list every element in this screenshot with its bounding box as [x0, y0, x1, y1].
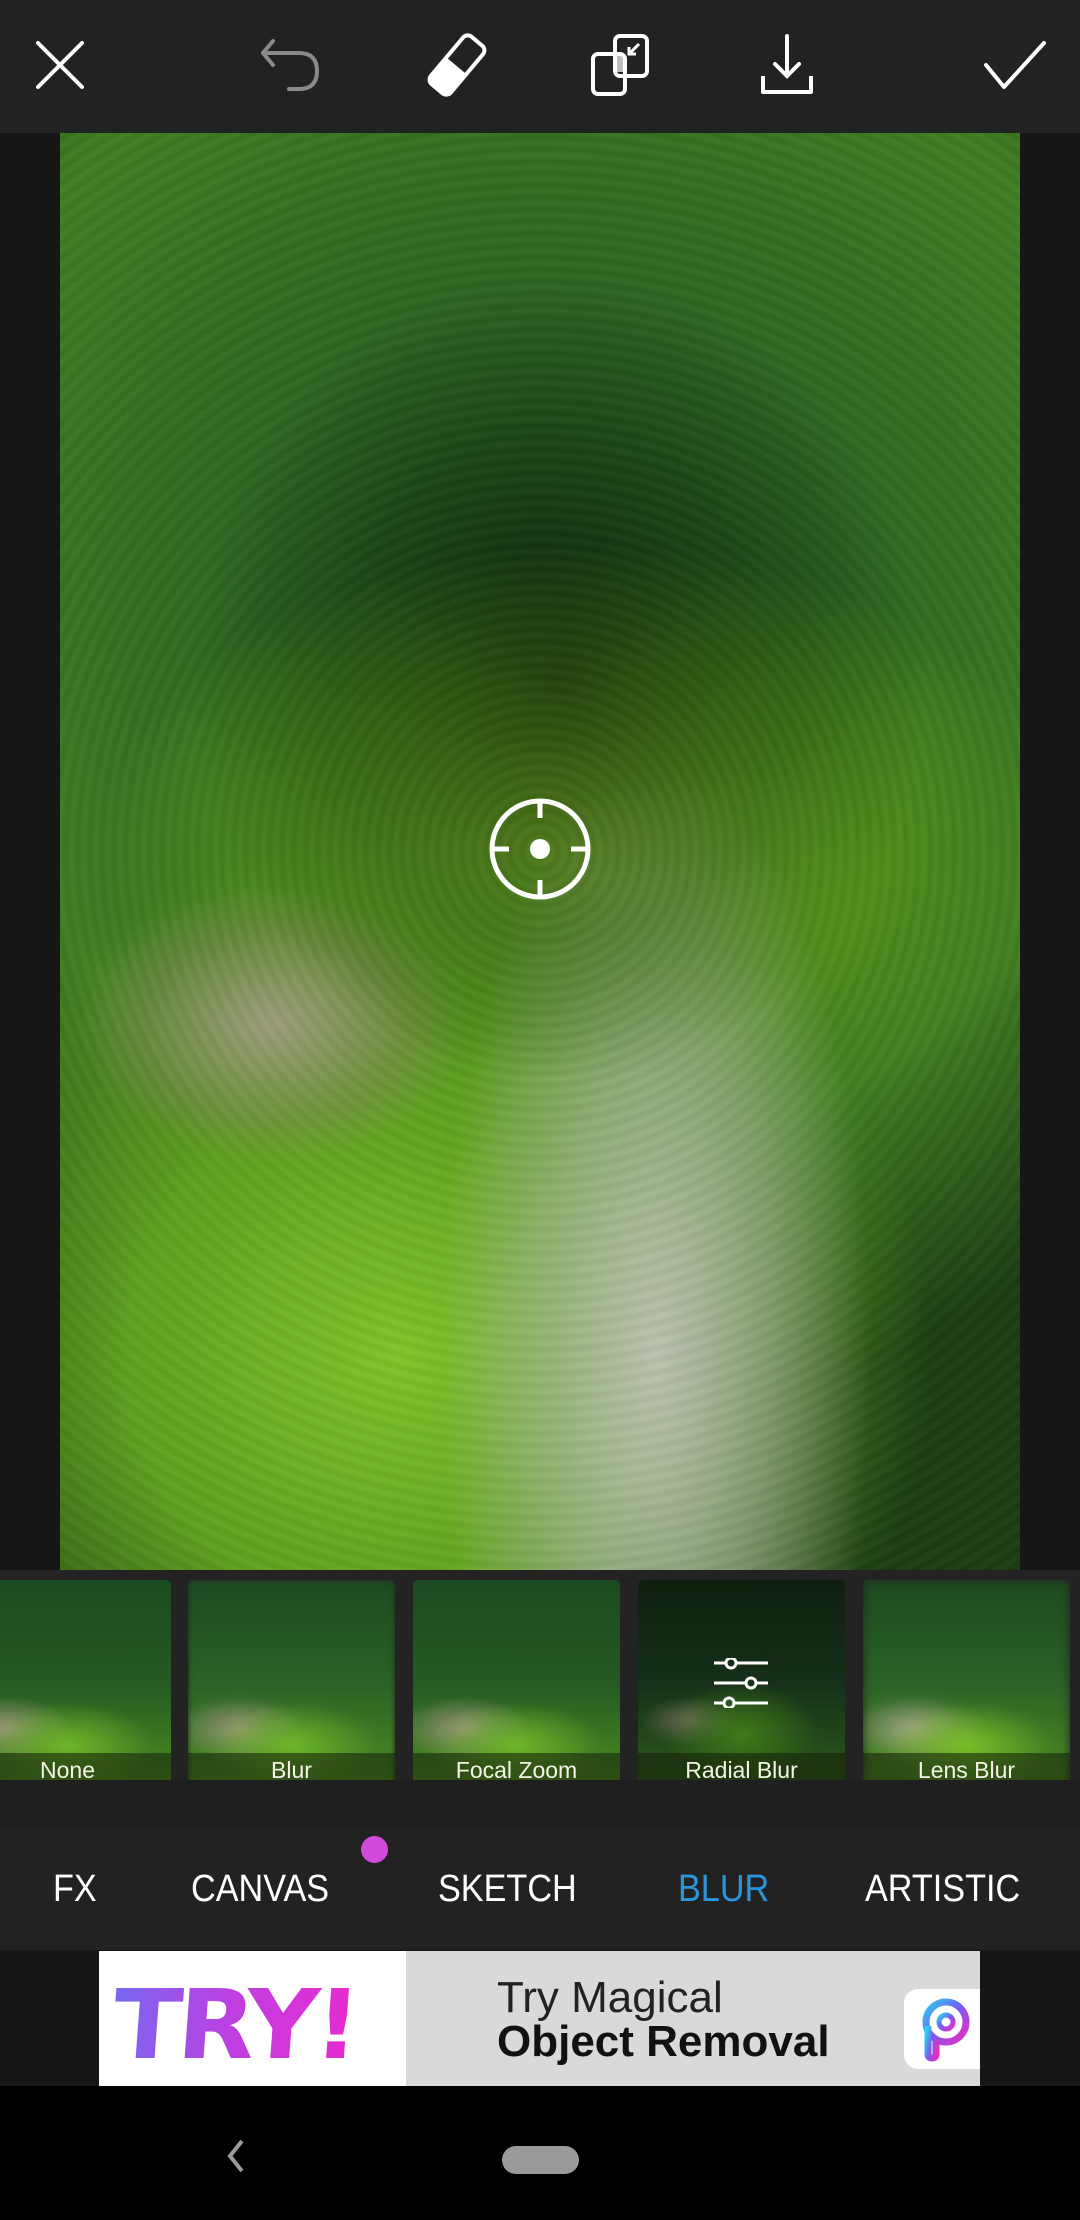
- eraser-button[interactable]: [422, 30, 492, 100]
- close-icon: [36, 41, 84, 89]
- tab-sketch[interactable]: SKETCH: [438, 1868, 577, 1911]
- undo-icon: [261, 39, 319, 91]
- download-icon: [761, 34, 813, 94]
- ad-try-badge: TRY!: [109, 1969, 361, 2081]
- download-button[interactable]: [752, 30, 822, 100]
- undo-button[interactable]: [257, 30, 327, 100]
- category-tabs: FX CANVAS SKETCH BLUR ARTISTIC: [0, 1828, 1080, 1950]
- sliders-settings-icon[interactable]: [712, 1658, 770, 1708]
- new-badge-dot: [361, 1836, 388, 1863]
- home-pill[interactable]: [502, 2146, 579, 2174]
- tab-canvas[interactable]: CANVAS: [191, 1868, 329, 1911]
- effect-thumb-lens-blur[interactable]: Lens Blur: [863, 1580, 1070, 1787]
- effect-thumbnail-strip[interactable]: None Blur Focal Zoom Radial Blur Lens Bl…: [0, 1570, 1080, 1787]
- eraser-icon: [427, 33, 487, 97]
- effect-thumb-none[interactable]: None: [0, 1580, 171, 1787]
- effect-thumb-radial-blur[interactable]: Radial Blur: [638, 1580, 845, 1787]
- effect-thumb-focal-zoom[interactable]: Focal Zoom: [413, 1580, 620, 1787]
- blend-button[interactable]: [587, 30, 657, 100]
- focus-center-handle[interactable]: [487, 796, 593, 902]
- tab-artistic[interactable]: ARTISTIC: [865, 1868, 1020, 1911]
- back-chevron-icon: [227, 2139, 244, 2173]
- crosshair-target-icon: [489, 798, 591, 900]
- top-toolbar: [0, 0, 1080, 133]
- ad-headline-2: Object Removal: [497, 2017, 830, 2066]
- close-button[interactable]: [25, 30, 95, 100]
- apply-button[interactable]: [980, 30, 1050, 100]
- picsart-logo-icon: [904, 1989, 980, 2069]
- apply-check-icon: [984, 41, 1046, 89]
- back-button[interactable]: [220, 2138, 250, 2174]
- tab-blur[interactable]: BLUR: [678, 1868, 769, 1911]
- system-nav-bar: [0, 2086, 1080, 2220]
- blend-layers-icon: [591, 34, 649, 96]
- ad-headline-1: Try Magical: [497, 1973, 723, 2022]
- tab-fx[interactable]: FX: [53, 1868, 97, 1911]
- divider: [0, 1780, 1080, 1828]
- ad-left-panel: TRY!: [99, 1951, 406, 2086]
- ad-banner[interactable]: TRY! Try Magical Object Removal: [99, 1951, 980, 2086]
- effect-thumb-blur[interactable]: Blur: [188, 1580, 395, 1787]
